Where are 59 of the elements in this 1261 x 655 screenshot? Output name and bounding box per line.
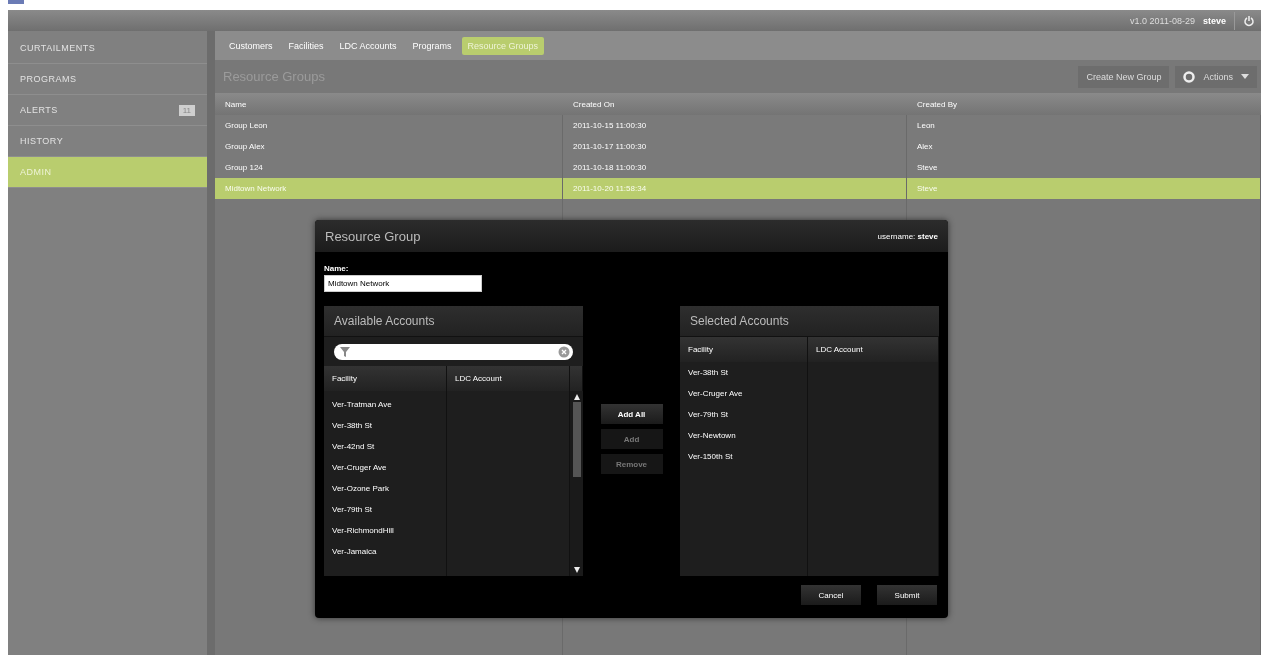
sidebar-item-label: HISTORY (20, 136, 64, 146)
clear-icon[interactable] (558, 346, 570, 358)
create-group-button[interactable]: Create New Group (1078, 65, 1170, 88)
actions-button[interactable]: Actions (1175, 65, 1257, 88)
facility-item[interactable]: Ver-79th St (324, 499, 446, 520)
up-arrow-icon[interactable] (573, 394, 580, 400)
dialog-button[interactable]: Cancel (801, 585, 861, 605)
facility-item[interactable]: Ver-79th St (680, 404, 807, 425)
version-text: v1.0 2011-08-29 (1130, 15, 1195, 26)
panel-title: Selected Accounts (680, 306, 939, 337)
tab[interactable]: LDC Accounts (333, 36, 403, 55)
table-cell: Steve (907, 178, 1261, 199)
column-header: Created On (572, 99, 616, 109)
facility-item[interactable]: Ver-38th St (680, 362, 807, 383)
scrollbar[interactable] (570, 391, 583, 576)
sidebar-item-label: ADMIN (20, 167, 52, 177)
tab[interactable]: Programs (406, 36, 458, 55)
facility-item[interactable]: Ver-150th St (680, 446, 807, 467)
column-header: LDC Account (447, 366, 570, 391)
actions-label: Actions (1203, 71, 1233, 82)
name-label: Name: (324, 264, 350, 273)
facility-item[interactable]: Ver-42nd St (324, 436, 446, 457)
dialog-button[interactable]: Submit (877, 585, 937, 605)
dialog-title: Resource Group (325, 228, 421, 244)
gear-icon (1183, 70, 1196, 83)
logo-mark-icon (8, 0, 24, 4)
panel-title: Available Accounts (324, 306, 583, 337)
sidebar-item-label: PROGRAMS (20, 74, 77, 84)
table-cell: Midtown Network (215, 178, 563, 199)
column-header: Created By (916, 99, 959, 109)
power-button[interactable] (1234, 11, 1255, 30)
user-name: steve (1202, 15, 1226, 26)
filter-field[interactable] (334, 344, 573, 360)
facility-item[interactable]: Ver-RichmondHill (324, 520, 446, 541)
facility-item[interactable]: Ver-Cruger Ave (324, 457, 446, 478)
sidebar-item-label: ALERTS (20, 105, 58, 115)
column-header: Facility (680, 337, 808, 362)
name-field[interactable]: Midtown Network (324, 275, 482, 292)
tab[interactable]: Facilities (282, 36, 330, 55)
sidebar-item[interactable]: CURTAILMENTS (8, 33, 207, 64)
tab[interactable]: Customers (223, 36, 279, 55)
table-cell: 2011-10-20 11:58:34 (563, 178, 907, 199)
facility-item[interactable]: Ver-Ozone Park (324, 478, 446, 499)
facility-item[interactable]: Ver-Jamaica (324, 541, 446, 562)
username-label: username: steve (877, 231, 938, 241)
column-header: Facility (324, 366, 447, 391)
facility-item[interactable]: Ver-Tratman Ave (324, 394, 446, 415)
facility-item[interactable]: Ver-Newtown (680, 425, 807, 446)
sidebar-item[interactable]: PROGRAMS (8, 64, 207, 95)
power-icon (1243, 14, 1255, 27)
facility-item[interactable]: Ver-Cruger Ave (680, 383, 807, 404)
transfer-button[interactable]: Add All (600, 404, 663, 424)
facility-item[interactable]: Ver-38th St (324, 415, 446, 436)
down-arrow-icon[interactable] (573, 567, 580, 573)
column-header: LDC Account (808, 337, 939, 362)
column-header: Name (224, 99, 248, 109)
sidebar-item-label: CURTAILMENTS (20, 43, 96, 53)
caret-icon (1241, 74, 1249, 79)
filter-icon (340, 347, 350, 357)
